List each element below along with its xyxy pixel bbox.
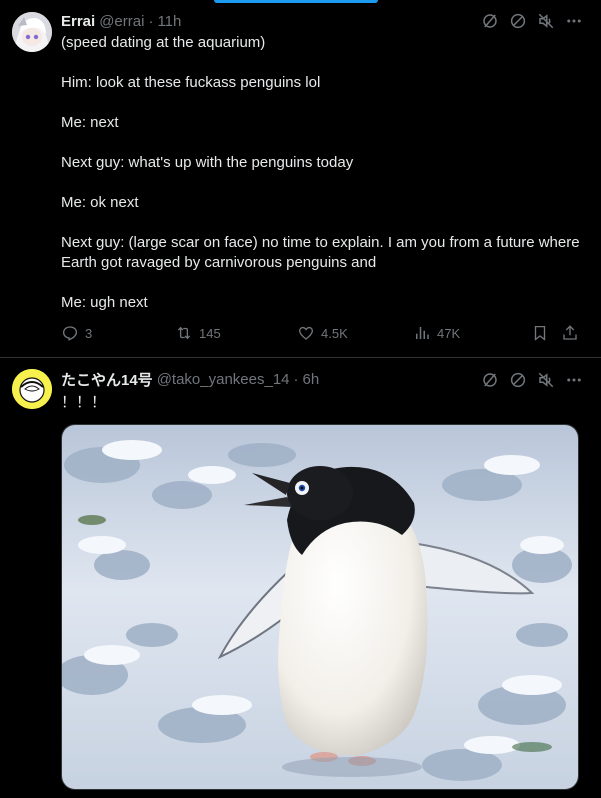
tweet-line: Him: look at these fuckass penguins lol [61,74,321,91]
share-icon [563,325,577,340]
bookmark-icon [534,325,546,341]
separator: · [293,370,299,388]
block-icon[interactable] [509,371,527,389]
timestamp[interactable]: 11h [157,13,181,30]
tweet-line: Next guy: (large scar on face) no time t… [61,234,580,271]
tweet-top-icons [481,12,583,30]
like-button[interactable]: 4.5K [297,324,348,342]
repost-button[interactable]: 145 [175,324,221,342]
mute-icon[interactable] [537,12,555,30]
more-icon[interactable] [565,12,583,30]
reply-icon [62,326,78,341]
tweet-text: (speed dating at the aquarium) Him: look… [61,33,581,313]
reply-button[interactable]: 3 [61,324,92,342]
views-button[interactable]: 47K [413,324,460,342]
repost-count: 145 [199,325,221,341]
share-button[interactable] [561,324,579,342]
tweet-line: Me: next [61,114,119,131]
timestamp[interactable]: 6h [303,371,320,388]
like-count: 4.5K [321,325,348,341]
tweet-top-icons [481,371,583,389]
grok-icon[interactable] [481,371,499,389]
tweet-errai[interactable]: Errai @errai · 11h (speed dating at the … [0,0,601,358]
display-name[interactable]: Errai [61,13,95,30]
bookmark-button[interactable] [531,324,549,342]
separator: · [148,12,154,30]
handle[interactable]: @errai [99,13,144,30]
avatar[interactable] [12,369,52,409]
tweet-header: たこやん14号 @tako_yankees_14 · 6h [61,369,319,389]
tweet-line: Me: ugh next [61,294,148,311]
avatar[interactable] [12,12,52,52]
more-icon[interactable] [565,371,583,389]
reply-count: 3 [85,325,93,341]
repost-icon [177,326,191,340]
like-icon [298,326,314,340]
tweet-line: Me: ok next [61,194,139,211]
tweet-header: Errai @errai · 11h [61,11,181,31]
views-count: 47K [437,325,461,341]
tweet-photo-penguin[interactable] [61,424,579,790]
penguin-image [62,425,578,789]
views-icon [416,327,429,339]
tweet-line: (speed dating at the aquarium) [61,34,266,51]
mute-icon[interactable] [537,371,555,389]
display-name[interactable]: たこやん14号 [61,369,153,390]
handle[interactable]: @tako_yankees_14 [157,371,290,388]
grok-icon[interactable] [481,12,499,30]
tweet-actions: 3 145 4.5K 47K [61,324,581,346]
tweet-tako-yankees[interactable]: たこやん14号 @tako_yankees_14 · 6h ！！！ [0,359,601,798]
tweet-line: Next guy: what's up with the penguins to… [61,154,354,171]
block-icon[interactable] [509,12,527,30]
tweet-text: ！！！ [61,394,107,411]
